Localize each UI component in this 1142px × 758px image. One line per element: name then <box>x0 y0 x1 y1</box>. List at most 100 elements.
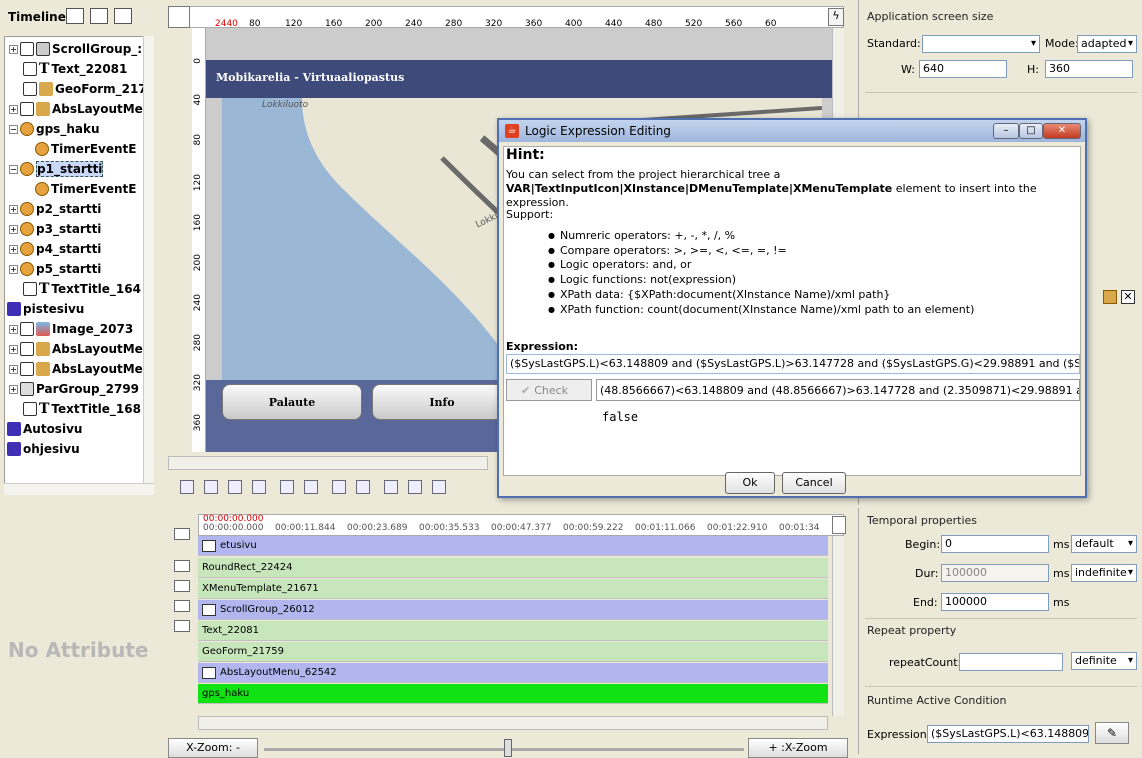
expand-icon[interactable]: + <box>9 264 18 274</box>
tree-item[interactable]: ohjesivu <box>7 439 80 459</box>
tree-item[interactable]: + p4_startti <box>9 239 101 259</box>
timeline-horizontal-scrollbar[interactable] <box>198 716 828 730</box>
tree-item[interactable]: + AbsLayoutMe <box>9 99 143 119</box>
mode-select[interactable]: adapted <box>1077 35 1137 53</box>
logic-expression-dialog[interactable]: ☕ Logic Expression Editing – □ ✕ Hint: Y… <box>497 118 1087 498</box>
begin-mode-select[interactable]: default <box>1071 535 1137 553</box>
zoom-slider-thumb[interactable] <box>504 739 512 757</box>
tree-item[interactable]: Autosivu <box>7 419 82 439</box>
align-top-icon[interactable] <box>228 480 242 494</box>
tree-item[interactable]: + Image_2073 <box>9 319 133 339</box>
same-width-icon[interactable] <box>332 480 346 494</box>
project-tree[interactable]: + ScrollGroup_: T Text_22081 GeoForm_217 +… <box>4 36 154 488</box>
align-bottom-icon[interactable] <box>252 480 266 494</box>
timeline-ruler[interactable]: 00:00:00.000 00:00:00.000 00:00:11.844 0… <box>198 514 844 536</box>
expand-icon[interactable]: + <box>9 204 18 214</box>
timeline-row[interactable]: ScrollGroup_26012 <box>198 600 828 620</box>
align-center-icon[interactable] <box>174 580 190 592</box>
repeat-count-field[interactable] <box>959 653 1063 671</box>
edit-expression-icon[interactable]: ✎ <box>1095 722 1129 744</box>
lightning-icon[interactable]: ϟ <box>828 8 844 26</box>
tree-vertical-scrollbar[interactable] <box>143 36 154 488</box>
width-field[interactable]: 640 <box>919 60 1007 78</box>
view-mode-1-button[interactable] <box>66 8 84 24</box>
support-item: Logic functions: not(expression) <box>548 273 736 286</box>
expand-icon[interactable]: + <box>9 244 18 254</box>
height-field[interactable]: 360 <box>1045 60 1133 78</box>
tree-item[interactable]: + ParGroup_2799 <box>9 379 139 399</box>
cancel-button[interactable]: Cancel <box>782 472 846 494</box>
tree-item[interactable]: − gps_haku <box>9 119 100 139</box>
tree-item[interactable]: + ScrollGroup_: <box>9 39 142 59</box>
collapse-icon[interactable]: − <box>9 164 18 174</box>
check-button[interactable]: ✔ Check <box>506 379 592 401</box>
align-right-icon[interactable] <box>204 480 218 494</box>
tree-item[interactable]: + p3_startti <box>9 219 101 239</box>
begin-field[interactable]: 0 <box>941 535 1049 553</box>
zoom-out-button[interactable]: X-Zoom: - <box>168 738 258 758</box>
expand-icon[interactable]: + <box>9 104 18 114</box>
timeline-vertical-scrollbar[interactable] <box>832 536 844 716</box>
tree-item[interactable]: + AbsLayoutMe <box>9 359 143 379</box>
delete-icon[interactable]: ✕ <box>1121 290 1135 304</box>
expand-icon[interactable]: + <box>9 364 18 374</box>
timeline-row[interactable]: GeoForm_21759 <box>198 642 828 662</box>
close-icon[interactable]: ✕ <box>1043 123 1081 139</box>
align-left-icon[interactable] <box>180 480 194 494</box>
tree-item[interactable]: TimerEventE <box>35 139 137 159</box>
expand-icon[interactable]: + <box>9 44 18 54</box>
align-start-icon[interactable] <box>174 560 190 572</box>
dialog-titlebar[interactable]: ☕ Logic Expression Editing – □ ✕ <box>499 120 1085 142</box>
collapse-icon[interactable]: − <box>9 124 18 134</box>
view-mode-3-button[interactable] <box>114 8 132 24</box>
fit-width-icon[interactable] <box>832 516 846 534</box>
same-size-icon[interactable] <box>384 480 398 494</box>
tree-item[interactable]: T TextTitle_164 <box>23 279 141 299</box>
repeat-mode-select[interactable]: definite <box>1071 652 1137 670</box>
tree-item[interactable]: + p5_startti <box>9 259 101 279</box>
timeline-row[interactable]: RoundRect_22424 <box>198 558 828 578</box>
expand-icon[interactable]: + <box>9 384 18 394</box>
zoom-in-button[interactable]: + :X-Zoom <box>748 738 848 758</box>
tree-horizontal-scrollbar[interactable] <box>4 483 154 495</box>
minimize-icon[interactable]: – <box>993 123 1019 139</box>
palaute-button[interactable]: Palaute <box>222 384 362 420</box>
tree-item[interactable]: TimerEventE <box>35 179 137 199</box>
tree-item[interactable]: + p2_startti <box>9 199 101 219</box>
tree-item[interactable]: GeoForm_217 <box>23 79 147 99</box>
same-height-icon[interactable] <box>356 480 370 494</box>
timeline-row[interactable]: etusivu <box>198 536 828 556</box>
info-button[interactable]: Info <box>372 384 512 420</box>
timeline-row[interactable]: XMenuTemplate_21671 <box>198 579 828 599</box>
distribute-h-icon[interactable] <box>280 480 294 494</box>
dur-mode-select[interactable]: indefinite <box>1071 564 1137 582</box>
expand-icon[interactable]: + <box>9 324 18 334</box>
view-mode-2-button[interactable] <box>90 8 108 24</box>
app-header[interactable]: Mobikarelia - Virtuaaliopastus <box>206 60 832 98</box>
timeline-row[interactable]: AbsLayoutMenu_62542 <box>198 663 828 683</box>
expand-icon[interactable]: + <box>9 344 18 354</box>
timeline-row[interactable]: gps_haku <box>198 684 828 704</box>
distribute-v-icon[interactable] <box>304 480 318 494</box>
folder-open-icon[interactable] <box>1103 290 1117 304</box>
sequence-icon[interactable] <box>174 620 190 632</box>
canvas-horizontal-scrollbar[interactable] <box>168 456 488 470</box>
group-icon[interactable] <box>408 480 422 494</box>
tree-item-selected[interactable]: − p1_startti <box>9 159 104 179</box>
timeline-grid-icon[interactable] <box>174 528 190 540</box>
tree-item[interactable]: pistesivu <box>7 299 84 319</box>
standard-select[interactable] <box>922 35 1040 53</box>
dur-field[interactable]: 100000 <box>941 564 1049 582</box>
align-end-icon[interactable] <box>174 600 190 612</box>
maximize-icon[interactable]: □ <box>1019 123 1043 139</box>
ungroup-icon[interactable] <box>432 480 446 494</box>
end-field[interactable]: 100000 <box>941 593 1049 611</box>
ok-button[interactable]: Ok <box>725 472 775 494</box>
runtime-expression-field[interactable]: ($SysLastGPS.L)<63.148809 . <box>927 725 1089 743</box>
tree-item[interactable]: + AbsLayoutMe <box>9 339 143 359</box>
expand-icon[interactable]: + <box>9 224 18 234</box>
tree-item[interactable]: T TextTitle_168 <box>23 399 141 419</box>
tree-item[interactable]: T Text_22081 <box>23 59 127 79</box>
expression-input[interactable]: ($SysLastGPS.L)<63.148809 and ($SysLastG… <box>506 354 1080 374</box>
timeline-row[interactable]: Text_22081 <box>198 621 828 641</box>
